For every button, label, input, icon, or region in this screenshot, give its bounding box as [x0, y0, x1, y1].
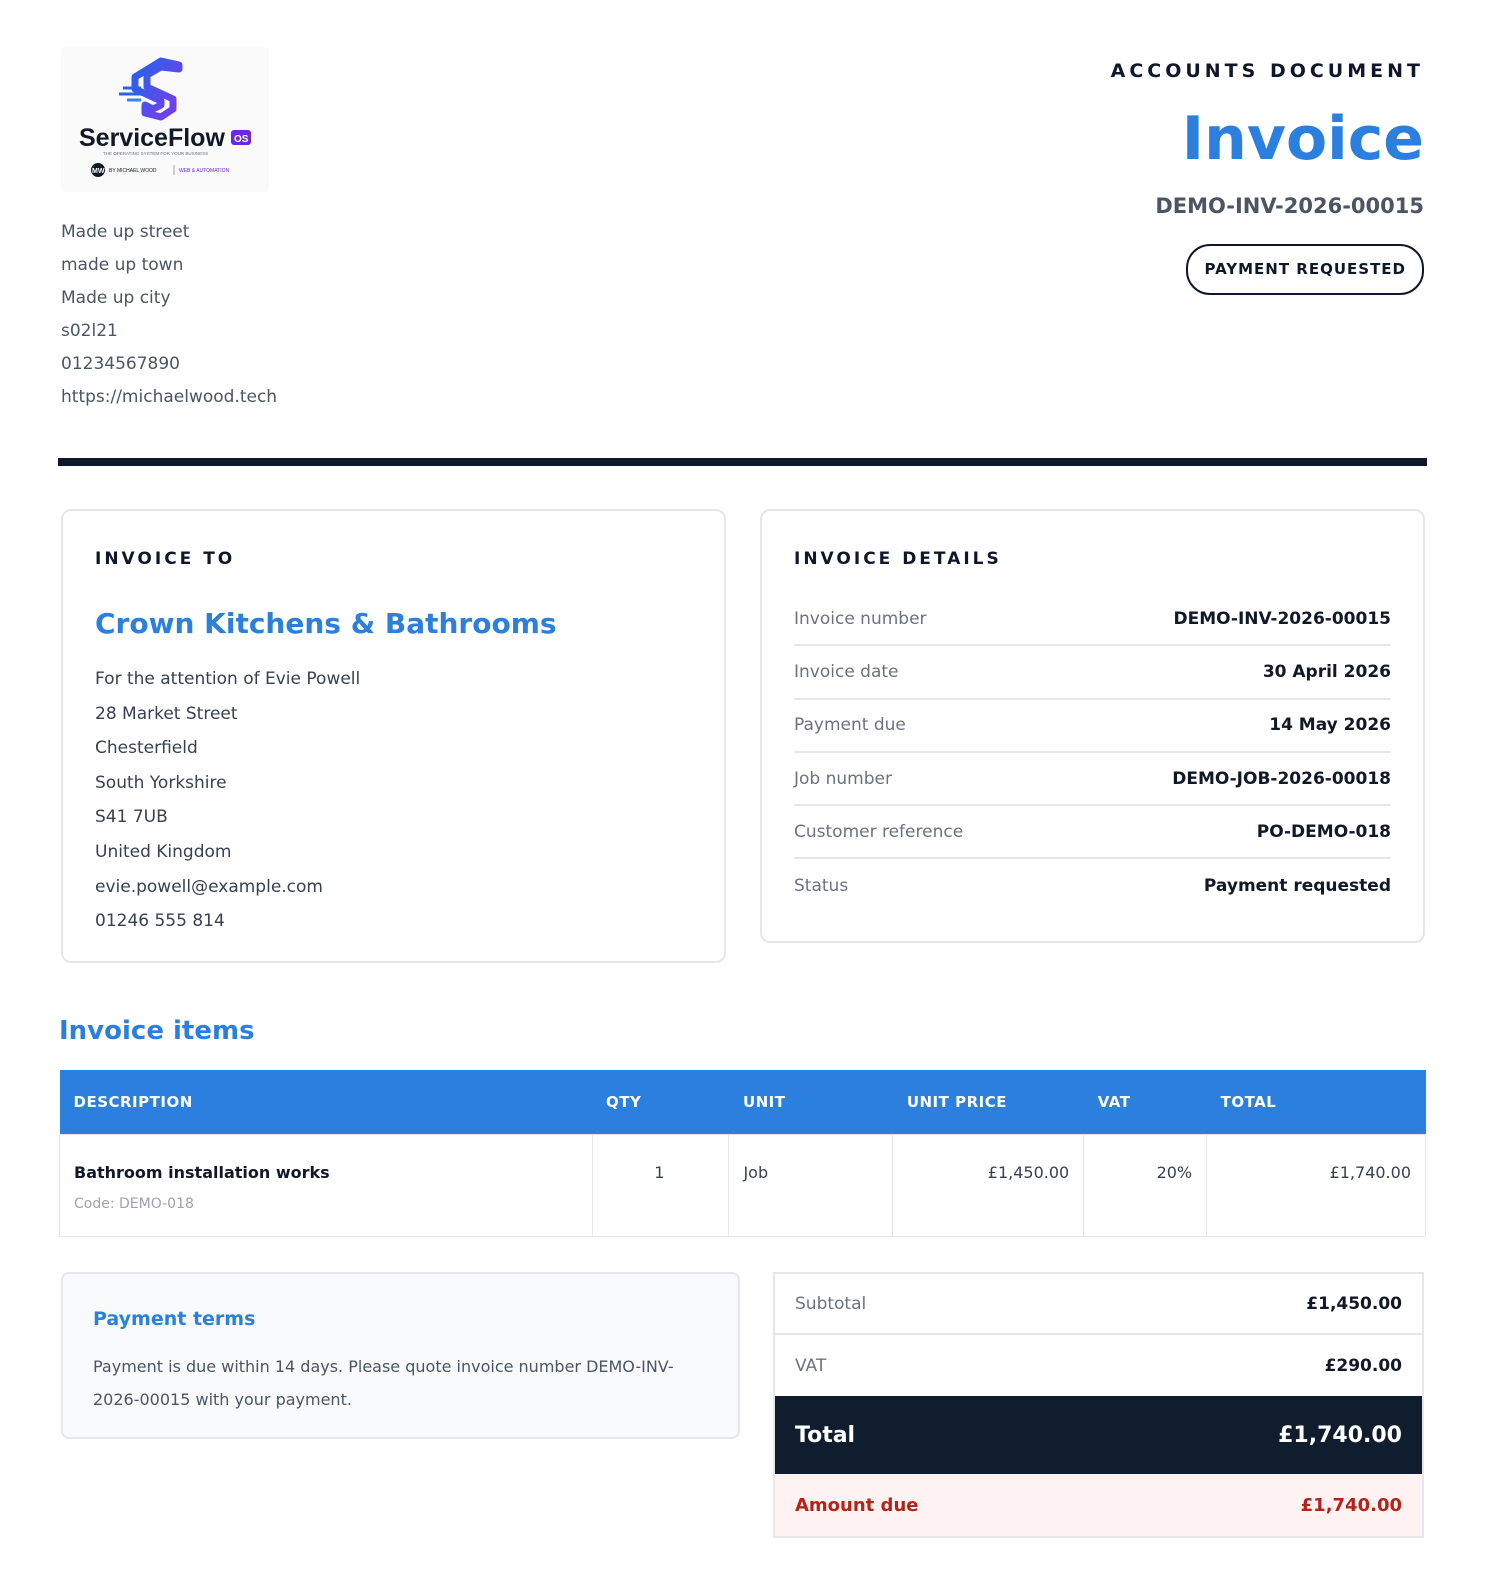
detail-row-status: Status Payment requested	[794, 859, 1391, 912]
table-row: Bathroom installation works Code: DEMO-0…	[59, 1133, 1426, 1237]
detail-value: DEMO-JOB-2026-00018	[1172, 768, 1391, 789]
item-unit-cell: Job	[728, 1133, 894, 1237]
item-description: Bathroom installation works	[74, 1162, 330, 1182]
column-header-unit: UNIT	[742, 1092, 786, 1111]
company-address-line: s02l21	[61, 321, 118, 341]
invoice-items-table: DESCRIPTION QTY UNIT UNIT PRICE VAT TOTA…	[59, 1070, 1426, 1237]
customer-attention: For the attention of Evie Powell	[95, 669, 361, 689]
column-header-total: TOTAL	[1220, 1092, 1277, 1111]
customer-address-line: Chesterfield	[95, 738, 198, 759]
subtotal-value: £1,450.00	[1306, 1293, 1402, 1314]
subtotal-label: Subtotal	[795, 1293, 867, 1314]
column-header-unit-price: UNIT PRICE	[906, 1092, 1007, 1111]
column-header-description: DESCRIPTION	[73, 1092, 193, 1111]
column-header-vat: VAT	[1097, 1092, 1131, 1111]
item-qty-cell: 1	[591, 1133, 730, 1237]
company-address: Made up street made up town Made up city…	[61, 220, 277, 418]
amount-due-value: £1,740.00	[1300, 1494, 1402, 1516]
svg-text:ServiceFlow: ServiceFlow	[79, 124, 225, 152]
item-total: £1,740.00	[1329, 1162, 1411, 1182]
totals-box: Subtotal £1,450.00 VAT £290.00 Total £1,…	[773, 1272, 1424, 1538]
invoice-items-heading: Invoice items	[59, 1016, 255, 1046]
customer-postcode: S41 7UB	[95, 807, 168, 828]
customer-address-line: South Yorkshire	[95, 772, 227, 793]
detail-row-customer-reference: Customer reference PO-DEMO-018	[794, 806, 1391, 860]
payment-terms-box: Payment terms Payment is due within 14 d…	[61, 1272, 740, 1439]
amount-due-row: Amount due £1,740.00	[775, 1474, 1422, 1536]
item-unit-price-cell: £1,450.00	[892, 1133, 1085, 1237]
logo-mark-icon	[119, 57, 183, 121]
item-vat-cell: 20%	[1083, 1133, 1208, 1237]
svg-text:WEB & AUTOMATION: WEB & AUTOMATION	[179, 168, 229, 174]
total-row: Total £1,740.00	[775, 1396, 1422, 1474]
customer-phone: 01246 555 814	[95, 911, 225, 932]
company-address-line: Made up city	[61, 288, 171, 308]
company-address-line: made up town	[61, 255, 184, 275]
detail-value: DEMO-INV-2026-00015	[1173, 608, 1391, 629]
item-description-cell: Bathroom installation works Code: DEMO-0…	[59, 1133, 593, 1237]
detail-row-invoice-number: Invoice number DEMO-INV-2026-00015	[794, 593, 1391, 647]
header-divider	[58, 458, 1427, 466]
detail-value: PO-DEMO-018	[1256, 821, 1391, 842]
vat-value: £290.00	[1324, 1355, 1402, 1376]
item-total-cell: £1,740.00	[1206, 1133, 1426, 1237]
detail-row-payment-due: Payment due 14 May 2026	[794, 700, 1391, 753]
total-label: Total	[795, 1422, 856, 1448]
customer-address-line: 28 Market Street	[95, 703, 238, 724]
detail-row-invoice-date: Invoice date 30 April 2026	[794, 646, 1391, 700]
company-address-line: Made up street	[61, 222, 190, 242]
payment-terms-text: Payment is due within 14 days. Please qu…	[93, 1357, 674, 1409]
company-logo: ServiceFlow OS THE OPERATING SYSTEM FOR …	[61, 47, 269, 192]
document-title: Invoice	[1181, 104, 1424, 174]
document-kind: ACCOUNTS DOCUMENT	[1110, 60, 1424, 82]
document-header: ACCOUNTS DOCUMENT Invoice DEMO-INV-2026-…	[1111, 60, 1424, 295]
detail-label: Invoice number	[794, 608, 927, 629]
company-phone: 01234567890	[61, 354, 180, 374]
detail-label: Job number	[794, 768, 892, 789]
total-value: £1,740.00	[1278, 1422, 1402, 1448]
item-code: Code: DEMO-018	[74, 1195, 194, 1212]
detail-label: Customer reference	[794, 821, 964, 842]
vat-row: VAT £290.00	[775, 1335, 1422, 1396]
customer-email-link[interactable]: evie.powell@example.com	[95, 875, 692, 910]
item-unit: Job	[743, 1162, 769, 1182]
svg-text:MW: MW	[92, 168, 105, 175]
customer-country: United Kingdom	[95, 841, 232, 862]
customer-name: Crown Kitchens & Bathrooms	[95, 607, 557, 640]
svg-text:THE OPERATING SYSTEM FOR YOUR: THE OPERATING SYSTEM FOR YOUR BUSINESS	[103, 151, 208, 156]
detail-row-job-number: Job number DEMO-JOB-2026-00018	[794, 753, 1391, 807]
svg-text:BY MICHAEL WOOD: BY MICHAEL WOOD	[109, 168, 157, 174]
item-vat: 20%	[1156, 1162, 1193, 1182]
company-website-link[interactable]: https://michaelwood.tech	[61, 385, 277, 418]
invoice-details-heading: INVOICE DETAILS	[794, 549, 1002, 569]
detail-label: Status	[794, 876, 849, 897]
subtotal-row: Subtotal £1,450.00	[775, 1274, 1422, 1335]
table-header-row: DESCRIPTION QTY UNIT UNIT PRICE VAT TOTA…	[59, 1070, 1426, 1134]
status-badge: PAYMENT REQUESTED	[1186, 244, 1424, 295]
invoice-details-card: INVOICE DETAILS Invoice number DEMO-INV-…	[760, 509, 1425, 943]
svg-text:OS: OS	[234, 134, 249, 145]
invoice-to-card: INVOICE TO Crown Kitchens & Bathrooms Fo…	[61, 509, 726, 963]
document-number: DEMO-INV-2026-00015	[1155, 194, 1424, 218]
item-qty: 1	[654, 1162, 665, 1182]
vat-label: VAT	[795, 1355, 827, 1376]
detail-label: Payment due	[794, 715, 906, 736]
detail-value: Payment requested	[1203, 876, 1391, 897]
amount-due-label: Amount due	[795, 1494, 919, 1516]
detail-value: 30 April 2026	[1262, 661, 1391, 682]
payment-terms-title: Payment terms	[93, 1308, 256, 1330]
detail-label: Invoice date	[794, 661, 899, 682]
column-header-qty: QTY	[606, 1092, 642, 1111]
detail-value: 14 May 2026	[1269, 715, 1391, 736]
invoice-to-heading: INVOICE TO	[95, 549, 236, 569]
item-unit-price: £1,450.00	[987, 1162, 1070, 1182]
